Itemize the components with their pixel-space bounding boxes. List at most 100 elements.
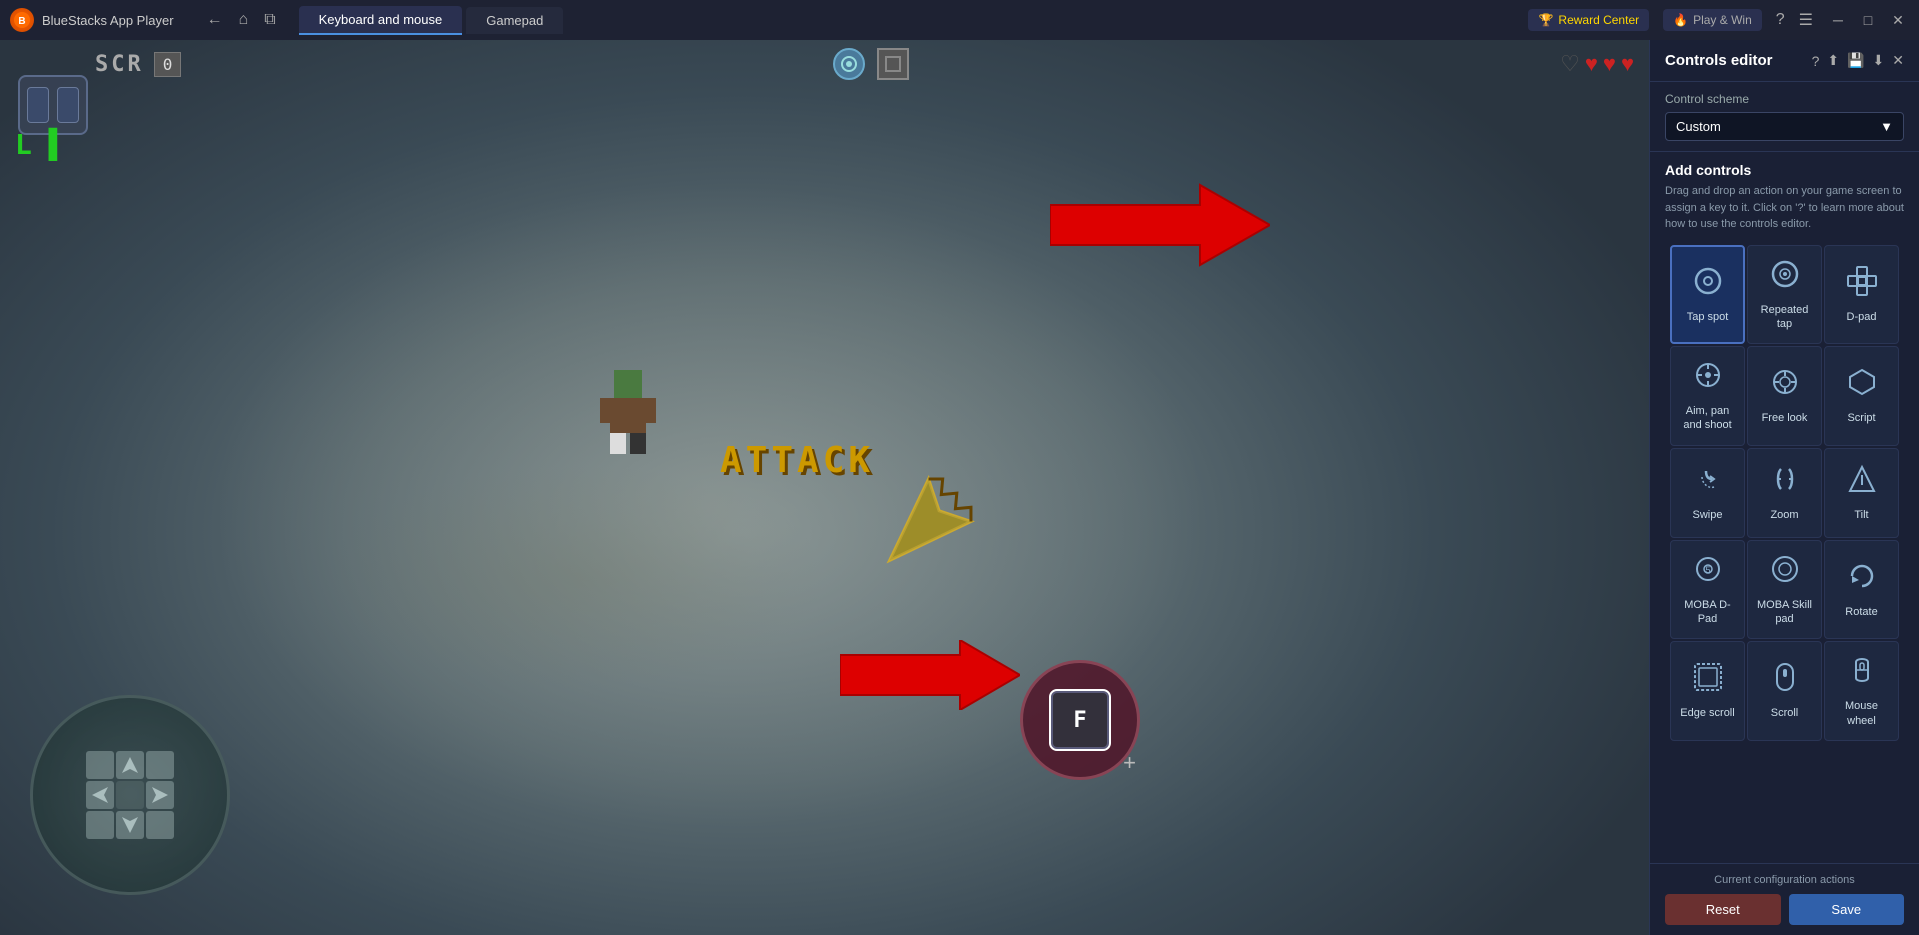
menu-button[interactable]: ☰ xyxy=(1799,10,1813,30)
fire-icon: 🔥 xyxy=(1673,13,1688,27)
swipe-label: Swipe xyxy=(1693,508,1723,522)
virtual-joystick[interactable] xyxy=(30,695,230,895)
controls-panel: Controls editor ? ⬆ 💾 ⬇ ✕ Control scheme… xyxy=(1649,40,1919,935)
control-item-mouse_wheel[interactable]: Mouse wheel xyxy=(1824,641,1899,741)
rotate-label: Rotate xyxy=(1845,605,1877,619)
control-item-rotate[interactable]: Rotate xyxy=(1824,540,1899,640)
nav-buttons: ← ⌂ ⧉ xyxy=(202,9,281,31)
tap_spot-icon xyxy=(1692,265,1724,304)
minimize-button[interactable]: ─ xyxy=(1827,9,1849,31)
heart-2: ♥ xyxy=(1585,51,1598,77)
control-item-swipe[interactable]: Swipe xyxy=(1670,448,1745,538)
player-character xyxy=(600,370,656,473)
red-arrow-2 xyxy=(840,640,1020,715)
aim_pan_shoot-icon xyxy=(1692,359,1724,398)
hud-icon-2 xyxy=(877,48,909,80)
control-item-repeated_tap[interactable]: Repeated tap xyxy=(1747,245,1822,345)
control-item-dpad[interactable]: D-pad xyxy=(1824,245,1899,345)
reward-center-button[interactable]: 🏆 Reward Center xyxy=(1528,9,1649,31)
tilt-label: Tilt xyxy=(1854,508,1868,522)
control-item-edge_scroll[interactable]: Edge scroll xyxy=(1670,641,1745,741)
panel-upload-button[interactable]: ⬆ xyxy=(1827,52,1839,69)
add-controls-desc: Drag and drop an action on your game scr… xyxy=(1665,183,1904,233)
score-label: SCR xyxy=(95,52,144,77)
app-name: BlueStacks App Player xyxy=(42,13,174,28)
game-area: SCR 0 ♡ ♥ ♥ ♥ xyxy=(0,40,1649,935)
hearts-area: ♡ ♥ ♥ ♥ xyxy=(1560,51,1634,77)
control-item-moba_skill[interactable]: MOBA Skill pad xyxy=(1747,540,1822,640)
repeated_tap-icon xyxy=(1769,258,1801,297)
help-button[interactable]: ? xyxy=(1776,11,1785,29)
heart-4: ♥ xyxy=(1621,51,1634,77)
reward-label: Reward Center xyxy=(1558,13,1639,27)
moba_dpad-icon: 5 xyxy=(1692,553,1724,592)
control-item-scroll[interactable]: Scroll xyxy=(1747,641,1822,741)
control-item-zoom[interactable]: Zoom xyxy=(1747,448,1822,538)
panel-bottom: Current configuration actions Reset Save xyxy=(1650,863,1919,935)
tabs-button[interactable]: ⧉ xyxy=(259,9,280,31)
title-bar-right: 🏆 Reward Center 🔥 Play & Win ? ☰ ─ □ ✕ xyxy=(1528,9,1909,31)
svg-text:B: B xyxy=(18,16,25,27)
panel-save-icon-button[interactable]: 💾 xyxy=(1847,52,1864,69)
tilt-icon xyxy=(1846,463,1878,502)
zoom-label: Zoom xyxy=(1770,508,1798,522)
control-item-aim_pan_shoot[interactable]: Aim, pan and shoot xyxy=(1670,346,1745,446)
control-scheme-section: Control scheme Custom ▼ xyxy=(1650,82,1919,152)
maximize-button[interactable]: □ xyxy=(1857,9,1879,31)
tap_spot-label: Tap spot xyxy=(1687,310,1729,324)
sword-icon xyxy=(870,470,980,585)
app-container: B BlueStacks App Player ← ⌂ ⧉ Keyboard a… xyxy=(0,0,1919,935)
rotate-icon xyxy=(1846,560,1878,599)
script-icon xyxy=(1846,366,1878,405)
tab-keyboard-mouse[interactable]: Keyboard and mouse xyxy=(299,6,463,35)
trophy-icon: 🏆 xyxy=(1538,13,1553,27)
reset-button[interactable]: Reset xyxy=(1665,894,1781,925)
control-item-free_look[interactable]: Free look xyxy=(1747,346,1822,446)
free_look-icon xyxy=(1769,366,1801,405)
control-item-moba_dpad[interactable]: 5MOBA D-Pad xyxy=(1670,540,1745,640)
tabs-area: Keyboard and mouse Gamepad xyxy=(299,6,1521,35)
svg-text:5: 5 xyxy=(1705,565,1710,575)
save-button[interactable]: Save xyxy=(1789,894,1905,925)
content-area: SCR 0 ♡ ♥ ♥ ♥ xyxy=(0,40,1919,935)
window-controls: ─ □ ✕ xyxy=(1827,9,1909,31)
edge_scroll-label: Edge scroll xyxy=(1680,706,1734,720)
title-bar: B BlueStacks App Player ← ⌂ ⧉ Keyboard a… xyxy=(0,0,1919,40)
control-item-tilt[interactable]: Tilt xyxy=(1824,448,1899,538)
game-background xyxy=(0,40,1649,935)
heart-1: ♡ xyxy=(1560,51,1580,77)
hud-icon-1 xyxy=(833,48,865,80)
dpad-label: D-pad xyxy=(1847,310,1877,324)
panel-help-button[interactable]: ? xyxy=(1812,52,1820,69)
playwn-label: Play & Win xyxy=(1693,13,1752,27)
red-arrow-1 xyxy=(1050,180,1270,270)
scheme-select[interactable]: Custom ▼ xyxy=(1665,112,1904,141)
heart-3: ♥ xyxy=(1603,51,1616,77)
scheme-label: Control scheme xyxy=(1665,92,1904,106)
back-button[interactable]: ← xyxy=(202,9,228,31)
tab-gamepad[interactable]: Gamepad xyxy=(466,7,563,34)
scroll-label: Scroll xyxy=(1771,706,1799,720)
swipe-icon xyxy=(1692,463,1724,502)
moba_skill-icon xyxy=(1769,553,1801,592)
panel-import-button[interactable]: ⬇ xyxy=(1873,52,1885,69)
add-controls-title: Add controls xyxy=(1665,162,1904,178)
app-logo: B xyxy=(10,8,34,32)
control-item-script[interactable]: Script xyxy=(1824,346,1899,446)
close-button[interactable]: ✕ xyxy=(1887,9,1909,31)
hud-center xyxy=(181,48,1560,80)
home-button[interactable]: ⌂ xyxy=(234,9,254,31)
edge_scroll-icon xyxy=(1692,661,1724,700)
action-buttons: Reset Save xyxy=(1665,894,1904,925)
zoom-icon xyxy=(1769,463,1801,502)
f-button-overlay[interactable]: F + xyxy=(1020,660,1140,780)
play-win-button[interactable]: 🔥 Play & Win xyxy=(1663,9,1762,31)
panel-close-button[interactable]: ✕ xyxy=(1892,52,1904,69)
repeated_tap-label: Repeated tap xyxy=(1753,303,1816,332)
control-item-tap_spot[interactable]: Tap spot xyxy=(1670,245,1745,345)
moba_skill-label: MOBA Skill pad xyxy=(1753,598,1816,627)
dpad-icon xyxy=(1846,265,1878,304)
scroll-icon xyxy=(1769,661,1801,700)
panel-header-icons: ? ⬆ 💾 ⬇ ✕ xyxy=(1812,52,1904,69)
controls-grid: Tap spot Repeated tap D-pad Aim, pan and sh… xyxy=(1665,245,1904,741)
